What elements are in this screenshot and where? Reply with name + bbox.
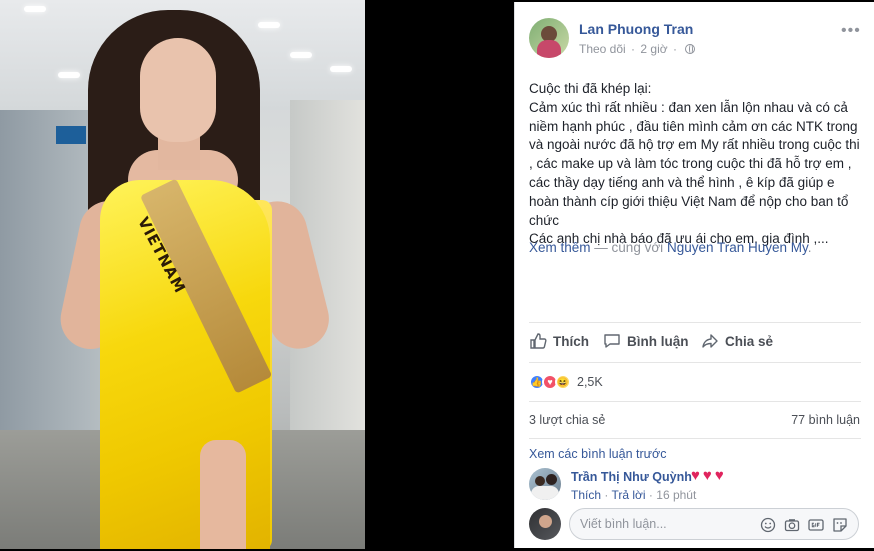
comment-icon <box>604 334 620 348</box>
post-body: Cuộc thi đã khép lại: Cảm xúc thì rất nh… <box>529 80 861 249</box>
author-name[interactable]: Lan Phuong Tran <box>579 21 693 37</box>
share-count[interactable]: 3 lượt chia sẻ <box>529 413 605 427</box>
reaction-count: 2,5K <box>577 375 603 389</box>
author-avatar[interactable] <box>529 18 569 58</box>
comment-text: ♥♥♥ <box>691 467 727 484</box>
viewer-avatar <box>529 508 561 540</box>
follow-link[interactable]: Theo dõi <box>579 42 626 56</box>
comment-input[interactable] <box>580 515 750 533</box>
avatar-head <box>535 476 545 486</box>
comment-reply-link[interactable]: Trả lời <box>611 488 645 502</box>
globe-icon[interactable] <box>685 44 696 54</box>
photo-lamp <box>58 72 80 78</box>
haha-reaction-icon: 😆 <box>555 374 571 390</box>
post-body-line: Cảm xúc thì rất nhiều : đan xen lẫn lộn … <box>529 99 860 228</box>
like-button[interactable]: Thích <box>529 332 589 350</box>
avatar-head <box>546 474 557 485</box>
photo-face <box>140 38 216 142</box>
share-label: Chia sẻ <box>725 333 774 349</box>
comment-like-link[interactable]: Thích <box>571 488 601 502</box>
reactions-summary[interactable]: 👍 ♥ 😆 2,5K <box>529 374 603 390</box>
avatar-body <box>537 40 561 58</box>
emoji-icon[interactable] <box>760 517 776 533</box>
post-meta: Theo dõi · 2 giờ · <box>579 42 696 56</box>
photo-leg <box>200 440 246 549</box>
post-panel: Lan Phuong Tran Theo dõi · 2 giờ · ••• C… <box>514 2 874 548</box>
post-actions: Thích Bình luận Chia sẻ <box>529 332 861 356</box>
commenter-name[interactable]: Trần Thị Như Quỳnh <box>571 470 692 484</box>
avatar-shirt <box>531 486 559 500</box>
post-photo[interactable]: VIETNAM <box>0 0 365 549</box>
view-previous-comments[interactable]: Xem các bình luận trước <box>529 447 666 461</box>
tagged-user-link[interactable]: Nguyen Tran Huyen My <box>667 240 808 255</box>
photo-lamp <box>290 52 312 58</box>
comment-count[interactable]: 77 bình luận <box>791 413 860 427</box>
gif-icon[interactable] <box>808 517 824 533</box>
photo-sign <box>56 126 86 144</box>
share-icon <box>702 334 718 348</box>
meta-separator: · <box>672 42 677 56</box>
viewer-frame: VIETNAM Lan Phuong Tran Theo dõi · 2 giờ… <box>0 0 874 551</box>
divider <box>529 438 861 439</box>
photo-lamp <box>330 66 352 72</box>
see-more-row: Xem thêm — cùng với Nguyen Tran Huyen My… <box>529 240 812 255</box>
comment-label: Bình luận <box>627 333 689 349</box>
post-body-line: Cuộc thi đã khép lại: <box>529 81 652 96</box>
divider <box>529 401 861 402</box>
camera-icon[interactable] <box>784 517 800 533</box>
photo-side-gap <box>365 0 514 551</box>
comment-actions: Thích · Trả lời · 16 phút <box>571 488 696 502</box>
divider <box>529 362 861 363</box>
photo-lamp <box>24 6 46 12</box>
commenter-avatar[interactable] <box>529 468 561 500</box>
sticker-icon[interactable] <box>832 517 848 533</box>
see-more-link[interactable]: Xem thêm <box>529 240 591 255</box>
composer-icons <box>760 517 848 533</box>
meta-separator: · <box>631 42 636 56</box>
share-button[interactable]: Chia sẻ <box>701 332 773 350</box>
like-icon <box>530 333 547 349</box>
tagged-suffix: . <box>807 240 812 255</box>
comment-button[interactable]: Bình luận <box>603 332 689 350</box>
post-time[interactable]: 2 giờ <box>640 42 667 56</box>
more-icon[interactable]: ••• <box>841 22 861 40</box>
with-text: — cùng với <box>594 240 664 255</box>
comment-time[interactable]: 16 phút <box>656 488 696 502</box>
like-label: Thích <box>553 333 589 349</box>
avatar-face <box>539 515 552 528</box>
photo-lamp <box>258 22 280 28</box>
divider <box>529 322 861 323</box>
comment-composer[interactable] <box>569 508 859 540</box>
